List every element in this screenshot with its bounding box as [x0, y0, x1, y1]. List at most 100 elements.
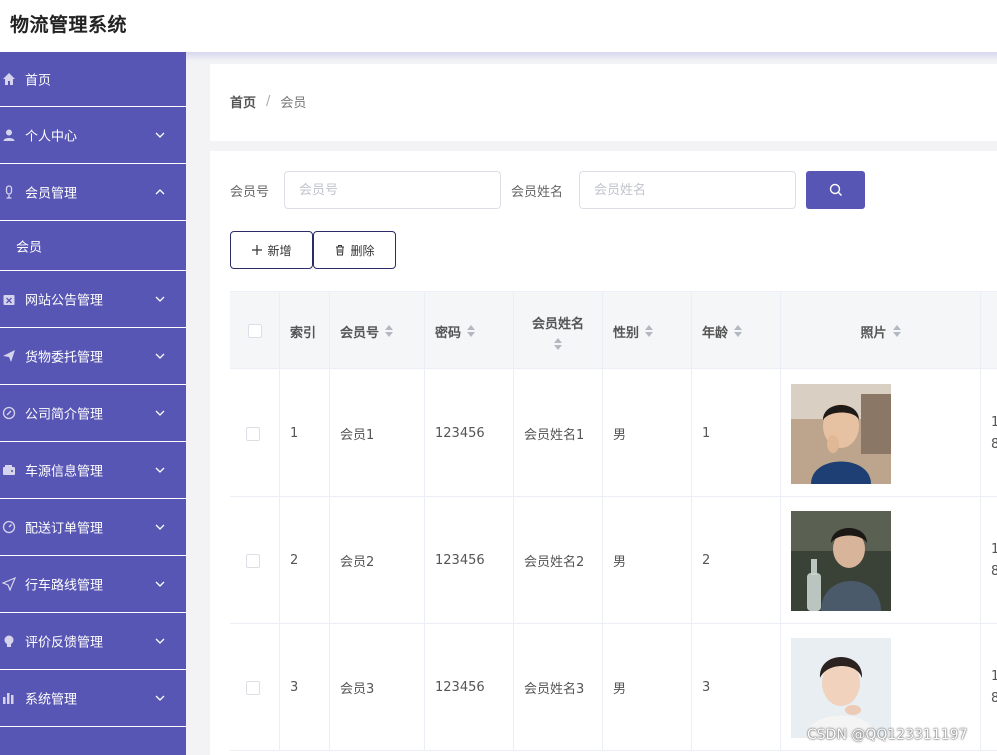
sidebar-item-label: 车源信息管理 — [25, 464, 104, 480]
chevron-down-icon — [155, 638, 165, 644]
trash-icon — [336, 245, 345, 256]
compass-icon — [2, 406, 16, 420]
sidebar-item-member-management[interactable]: 会员管理 — [0, 164, 186, 221]
chevron-down-icon — [155, 695, 165, 701]
add-button-label: 新增 — [267, 243, 292, 258]
sidebar-item-label: 网站公告管理 — [25, 293, 104, 309]
sidebar-item-delivery-order-management[interactable]: 配送订单管理 — [0, 499, 186, 556]
send-icon — [3, 350, 15, 362]
sidebar-item-announcement-management[interactable]: 网站公告管理 — [0, 271, 186, 328]
delete-button-label: 删除 — [350, 243, 375, 258]
header-password[interactable]: 密码 — [425, 292, 514, 370]
sidebar-subitem-label: 会员 — [16, 240, 43, 255]
header-index: 索引 — [280, 292, 330, 370]
cell-password: 123456 — [425, 624, 514, 751]
cell-gender: 男 — [603, 497, 692, 624]
cell-age: 1 — [692, 370, 781, 497]
sidebar-item-vehicle-source-management[interactable]: 车源信息管理 — [0, 442, 186, 499]
row-select-cell — [230, 624, 280, 751]
cell-truncated-line: 8 — [991, 563, 997, 579]
cell-next-column: 1 8 — [981, 624, 997, 751]
cell-truncated-line: 8 — [991, 436, 997, 452]
sort-icon[interactable] — [734, 325, 743, 337]
member-no-input[interactable] — [284, 171, 501, 209]
member-name-label: 会员姓名 — [511, 185, 564, 200]
member-photo[interactable] — [791, 383, 891, 484]
breadcrumb-home[interactable]: 首页 — [230, 92, 256, 111]
sidebar-item-personal-center[interactable]: 个人中心 — [0, 107, 186, 164]
search-button[interactable] — [806, 171, 865, 209]
header-password-label: 密码 — [435, 325, 462, 341]
header-member-name[interactable]: 会员姓名 — [514, 292, 603, 370]
sidebar-item-driving-route-management[interactable]: 行车路线管理 — [0, 556, 186, 613]
sidebar-subitem-member[interactable]: 会员 — [0, 221, 186, 271]
cell-gender: 男 — [603, 370, 692, 497]
table-row: 2 会员2 123456 会员姓名2 男 2 1 8 — [230, 497, 997, 624]
content-card: 会员号 会员姓名 新增 删除 索引 会员号 密码 — [210, 151, 997, 755]
sidebar-item-home[interactable]: 首页 — [0, 52, 186, 107]
sort-icon[interactable] — [645, 325, 654, 337]
user-icon — [3, 129, 15, 141]
search-icon — [829, 183, 842, 196]
sort-icon[interactable] — [385, 325, 394, 337]
chevron-up-icon — [155, 189, 165, 195]
member-photo[interactable] — [791, 510, 891, 611]
chevron-down-icon — [155, 581, 165, 587]
chevron-down-icon — [155, 410, 165, 416]
watermark: CSDN @QQ123311197 — [807, 727, 968, 743]
row-select-cell — [230, 497, 280, 624]
header-photo[interactable]: 照片 — [781, 292, 981, 370]
cell-truncated-line: 8 — [991, 690, 997, 706]
cell-photo — [781, 370, 981, 497]
member-name-input[interactable] — [579, 171, 796, 209]
sidebar: 首页 个人中心 会员管理 会员 网站公告管理 货物委托管理 公司简介管理 车源信… — [0, 52, 186, 755]
header-next-column — [981, 292, 997, 370]
header-gender[interactable]: 性别 — [603, 292, 692, 370]
cell-truncated-line: 1 — [991, 414, 997, 430]
cell-gender: 男 — [603, 624, 692, 751]
sidebar-item-label: 会员管理 — [25, 186, 78, 202]
header-member-no[interactable]: 会员号 — [330, 292, 425, 370]
sidebar-item-company-profile-management[interactable]: 公司简介管理 — [0, 385, 186, 442]
breadcrumb-separator: / — [266, 94, 271, 109]
cell-password: 123456 — [425, 370, 514, 497]
cell-age: 3 — [692, 624, 781, 751]
header-member-name-label: 会员姓名 — [531, 316, 584, 332]
bar-chart-icon — [3, 693, 14, 704]
sort-icon[interactable] — [467, 325, 476, 337]
row-checkbox[interactable] — [246, 426, 260, 441]
cell-truncated-line: 1 — [991, 668, 997, 684]
table-header: 索引 会员号 密码 会员姓名 性别 年龄 照片 — [230, 291, 997, 370]
member-photo[interactable] — [791, 637, 891, 738]
sidebar-item-feedback-management[interactable]: 评价反馈管理 — [0, 613, 186, 670]
gauge-icon — [2, 520, 16, 534]
sidebar-item-label: 货物委托管理 — [25, 350, 104, 366]
select-all-checkbox[interactable] — [247, 324, 262, 338]
cell-member-name: 会员姓名3 — [514, 624, 603, 751]
sidebar-item-cargo-entrust-management[interactable]: 货物委托管理 — [0, 328, 186, 385]
add-button[interactable]: 新增 — [230, 231, 313, 269]
cell-next-column: 1 8 — [981, 497, 997, 624]
wallet-icon — [3, 465, 15, 475]
sidebar-item-system-management[interactable]: 系统管理 — [0, 670, 186, 727]
sidebar-item-label: 评价反馈管理 — [25, 635, 104, 651]
sort-icon[interactable] — [892, 325, 901, 337]
chevron-down-icon — [155, 467, 165, 473]
breadcrumb-card: 首页 / 会员 — [210, 64, 997, 141]
row-checkbox[interactable] — [246, 553, 260, 568]
sort-icon[interactable] — [553, 337, 562, 350]
header-shadow — [186, 52, 997, 61]
sidebar-item-label: 系统管理 — [25, 692, 78, 708]
sidebar-item-label: 行车路线管理 — [25, 578, 104, 594]
sidebar-item-label: 首页 — [25, 73, 52, 89]
header-index-label: 索引 — [290, 325, 317, 341]
header-photo-label: 照片 — [860, 325, 887, 341]
table-row: 1 会员1 123456 会员姓名1 男 1 1 8 — [230, 370, 997, 497]
cell-member-name: 会员姓名2 — [514, 497, 603, 624]
cell-member-name: 会员姓名1 — [514, 370, 603, 497]
header-age[interactable]: 年龄 — [692, 292, 781, 370]
header-member-no-label: 会员号 — [340, 325, 380, 341]
cell-member-no: 会员2 — [330, 497, 425, 624]
row-checkbox[interactable] — [246, 680, 260, 695]
delete-button[interactable]: 删除 — [313, 231, 396, 269]
